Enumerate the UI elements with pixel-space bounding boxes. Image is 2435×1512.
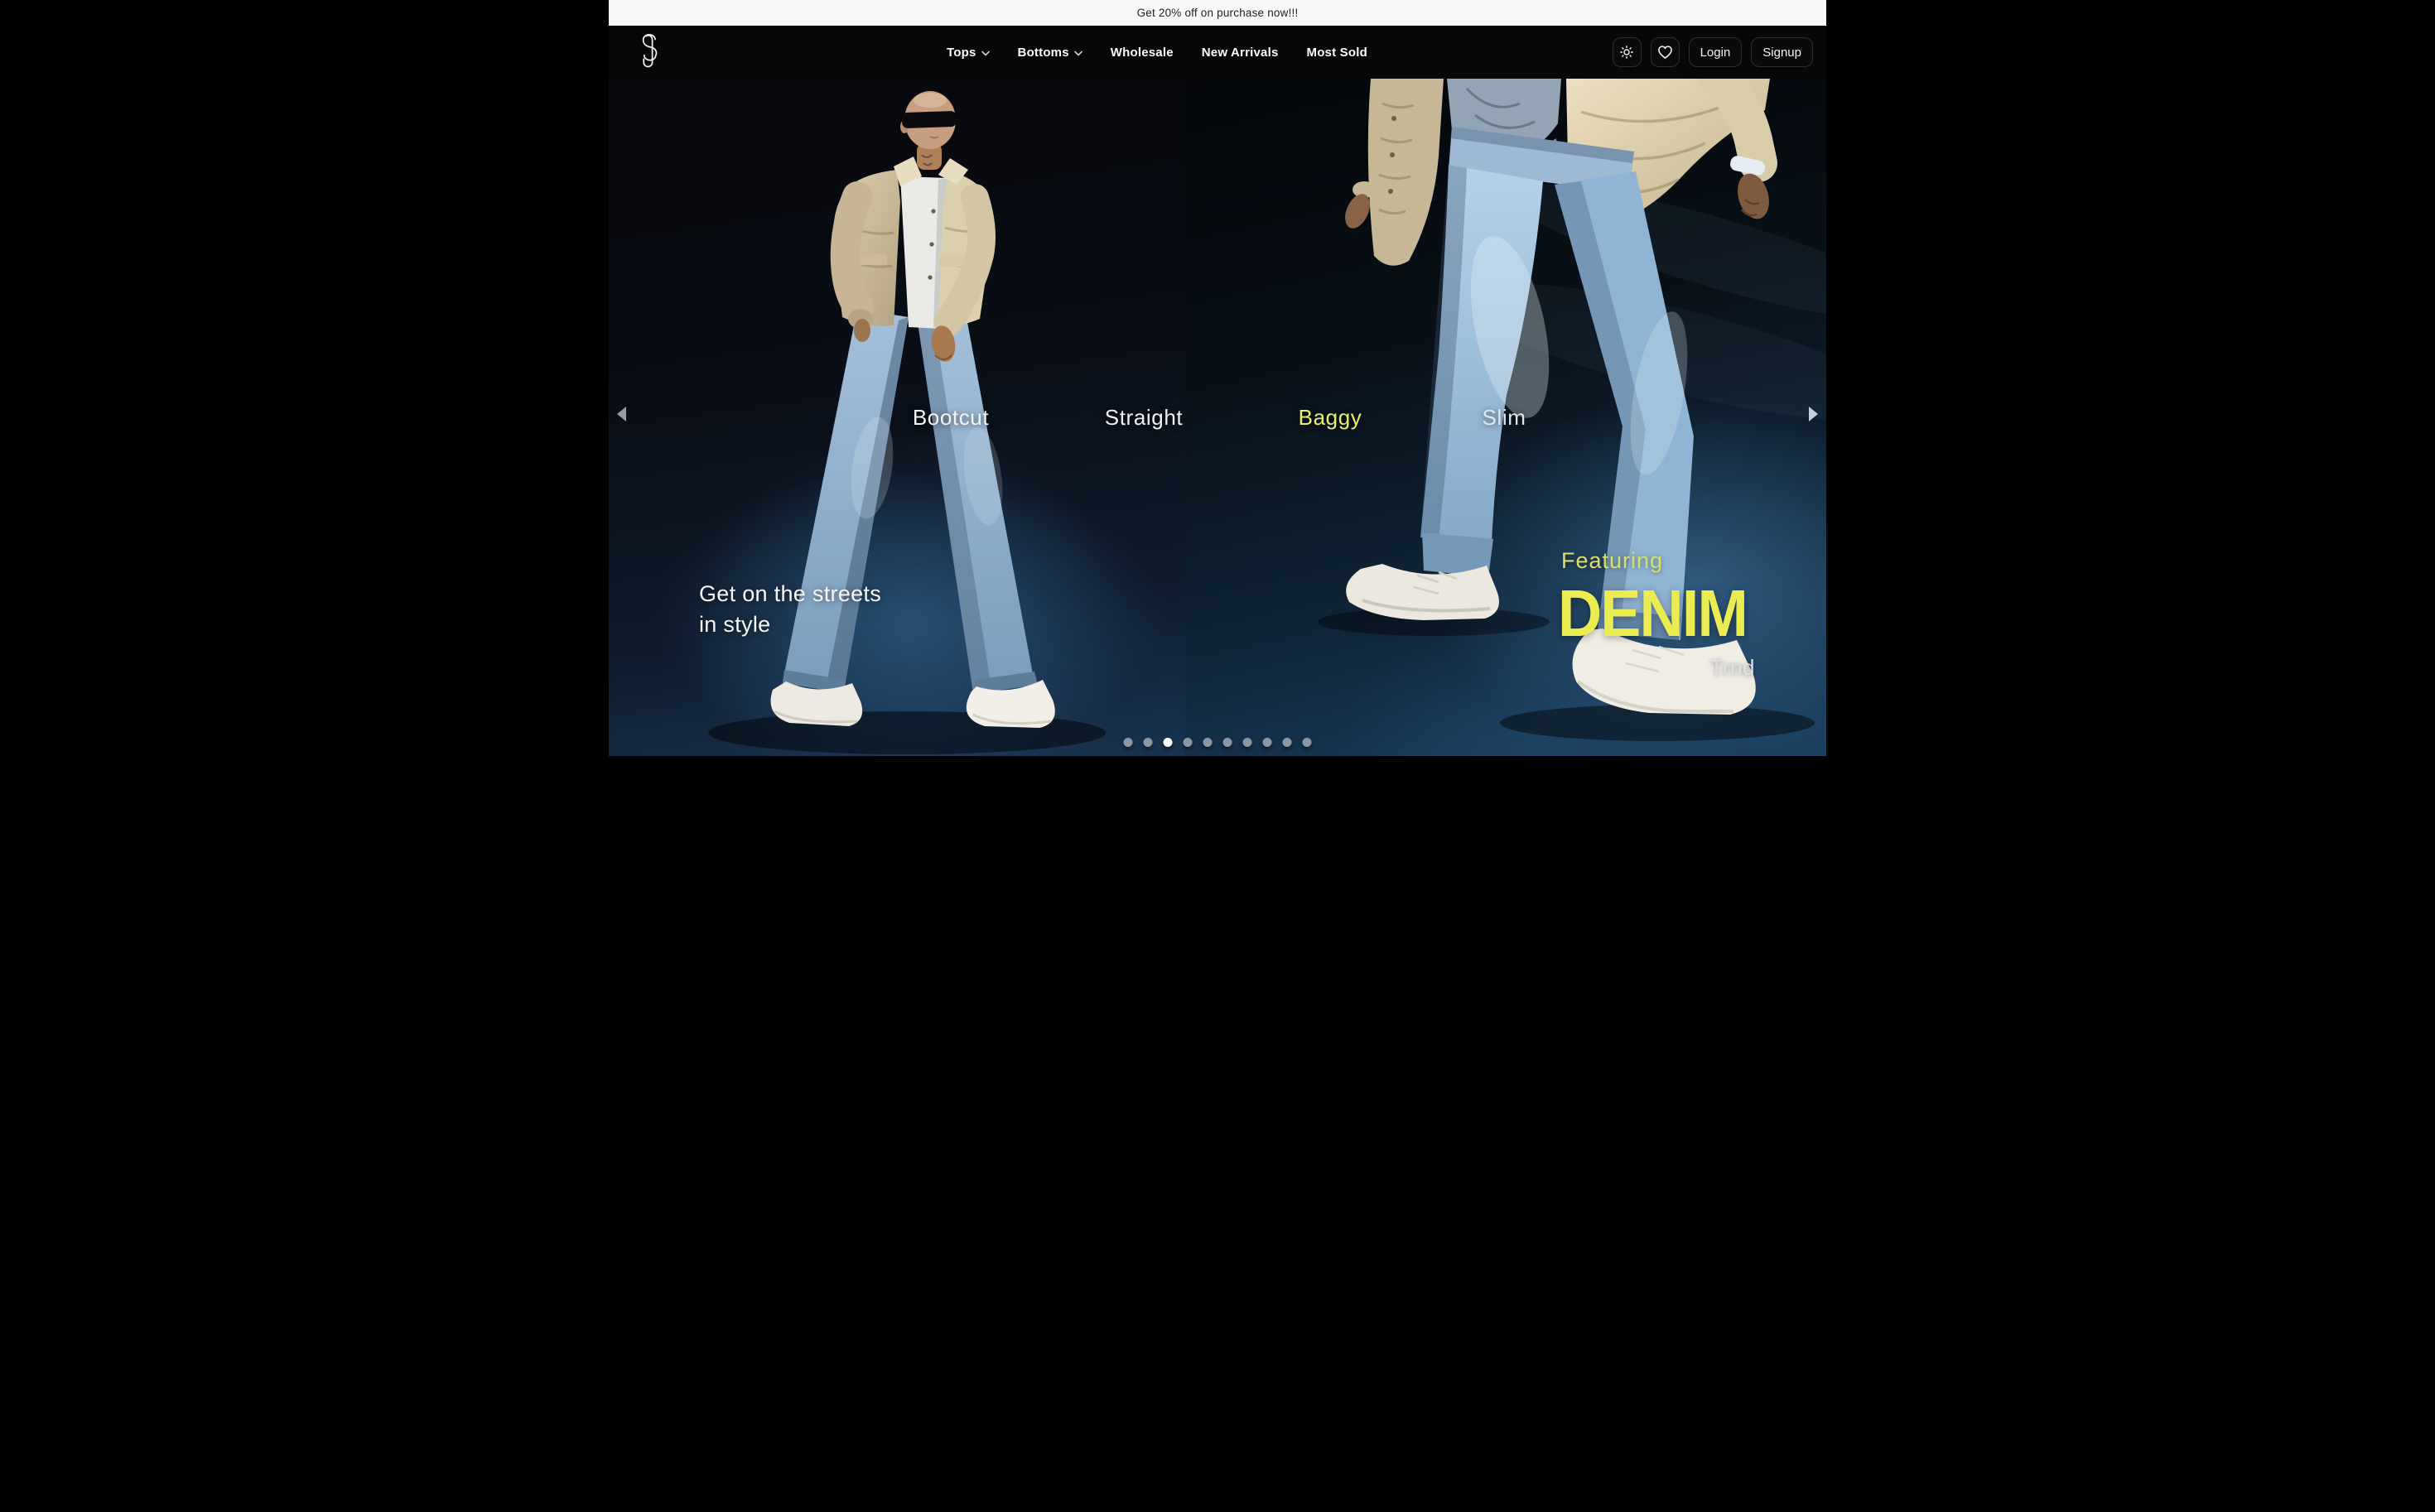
style-label-bootcut: Bootcut bbox=[913, 405, 989, 431]
hero-image-left bbox=[609, 79, 1185, 756]
signup-button[interactable]: Signup bbox=[1751, 37, 1813, 67]
style-label-straight: Straight bbox=[1105, 405, 1183, 431]
nav-actions: Login Signup bbox=[1613, 37, 1813, 67]
wishlist-button[interactable] bbox=[1651, 37, 1680, 67]
nav-item-most-sold[interactable]: Most Sold bbox=[1307, 46, 1367, 60]
heart-icon bbox=[1657, 45, 1673, 60]
brand-logo[interactable] bbox=[636, 33, 661, 70]
carousel-dot[interactable] bbox=[1263, 738, 1272, 747]
feature-suffix: Trnd bbox=[1710, 655, 1756, 681]
hero-tagline: Get on the streets in style bbox=[699, 579, 881, 640]
chevron-down-icon bbox=[981, 51, 990, 56]
navbar: Tops Bottoms Wholesale New Arrivals Most… bbox=[609, 26, 1826, 79]
style-label-baggy: Baggy bbox=[1299, 405, 1362, 431]
carousel-prev-arrow-icon[interactable] bbox=[617, 407, 626, 421]
style-label-slim: Slim bbox=[1483, 405, 1526, 431]
hero-tagline-line1: Get on the streets bbox=[699, 579, 881, 609]
brand-monogram-icon bbox=[636, 33, 661, 70]
promo-banner-text: Get 20% off on purchase now!!! bbox=[1137, 7, 1299, 19]
carousel-next-arrow-icon[interactable] bbox=[1809, 407, 1818, 421]
nav-item-bottoms[interactable]: Bottoms bbox=[1018, 46, 1082, 60]
nav-item-label: Wholesale bbox=[1111, 46, 1174, 60]
chevron-down-icon bbox=[1074, 51, 1082, 56]
nav-item-tops[interactable]: Tops bbox=[947, 46, 990, 60]
feature-eyebrow: Featuring bbox=[1561, 548, 1663, 574]
nav-item-wholesale[interactable]: Wholesale bbox=[1111, 46, 1174, 60]
carousel-dot[interactable] bbox=[1144, 738, 1153, 747]
nav-item-new-arrivals[interactable]: New Arrivals bbox=[1202, 46, 1279, 60]
nav-item-label: Tops bbox=[947, 46, 976, 60]
carousel-dot[interactable] bbox=[1223, 738, 1232, 747]
login-button[interactable]: Login bbox=[1689, 37, 1743, 67]
carousel-dot[interactable] bbox=[1124, 738, 1133, 747]
feature-title: DENIM bbox=[1558, 575, 1747, 652]
model-illustration-full-body bbox=[609, 79, 1185, 756]
hero-tagline-line2: in style bbox=[699, 609, 881, 640]
page: Get 20% off on purchase now!!! Tops Bott… bbox=[609, 0, 1826, 756]
carousel-dot[interactable] bbox=[1203, 738, 1213, 747]
carousel-dot[interactable] bbox=[1184, 738, 1193, 747]
carousel-dot[interactable] bbox=[1283, 738, 1292, 747]
nav-menu: Tops Bottoms Wholesale New Arrivals Most… bbox=[947, 26, 1367, 79]
carousel-dot[interactable] bbox=[1303, 738, 1312, 747]
theme-toggle-button[interactable] bbox=[1613, 37, 1642, 67]
nav-item-label: Bottoms bbox=[1018, 46, 1069, 60]
carousel-dot[interactable] bbox=[1243, 738, 1252, 747]
nav-item-label: New Arrivals bbox=[1202, 46, 1279, 60]
hero-carousel: Bootcut Straight Baggy Slim Get on the s… bbox=[609, 79, 1826, 756]
carousel-dot[interactable] bbox=[1164, 738, 1173, 747]
carousel-dots bbox=[1124, 738, 1312, 747]
nav-item-label: Most Sold bbox=[1307, 46, 1367, 60]
promo-banner: Get 20% off on purchase now!!! bbox=[609, 0, 1826, 26]
sun-icon bbox=[1619, 45, 1634, 60]
